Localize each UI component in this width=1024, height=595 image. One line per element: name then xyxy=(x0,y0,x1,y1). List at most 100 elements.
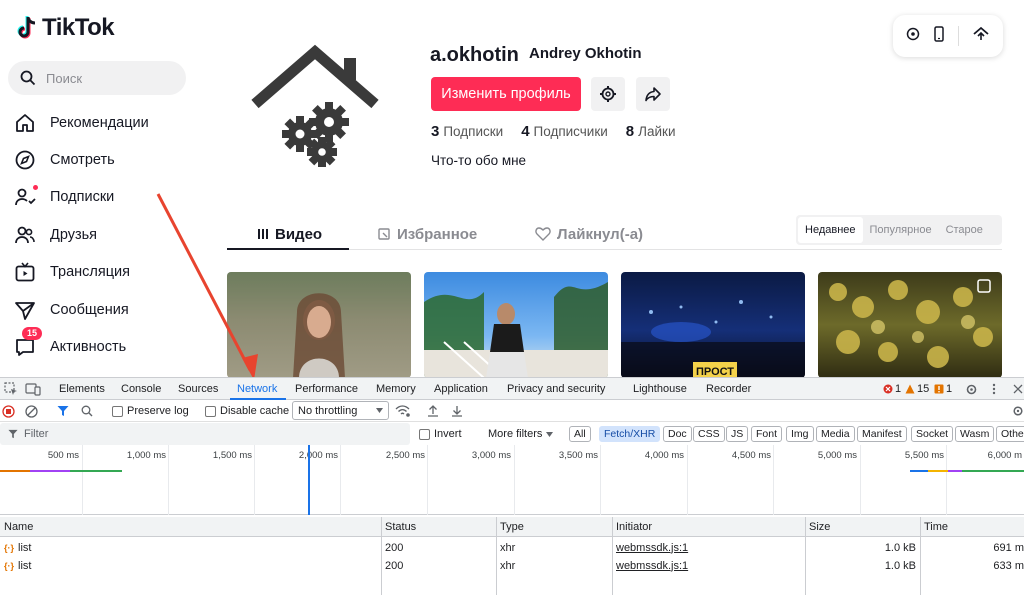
stop-recording-icon[interactable] xyxy=(2,400,15,422)
tab-console[interactable]: Console xyxy=(121,378,161,400)
filter-chip-media[interactable]: Media xyxy=(816,426,855,442)
devtools-settings-icon[interactable] xyxy=(965,378,978,400)
invert-checkbox[interactable]: Invert xyxy=(419,423,462,445)
waterfall-bar xyxy=(70,470,122,472)
tab-application[interactable]: Application xyxy=(434,378,488,400)
tab-memory[interactable]: Memory xyxy=(376,378,416,400)
tab-sources[interactable]: Sources xyxy=(178,378,218,400)
home-icon xyxy=(14,112,36,134)
tab-network[interactable]: Network xyxy=(237,378,277,400)
filter-input[interactable]: Filter xyxy=(0,423,410,445)
divider xyxy=(958,26,960,46)
dom-content-loaded-marker xyxy=(308,445,310,515)
nav-item-friends[interactable]: Друзья xyxy=(14,220,97,250)
tab-privacy-security[interactable]: Privacy and security xyxy=(507,378,605,400)
sort-popular[interactable]: Популярное xyxy=(863,217,939,243)
search-input[interactable]: Поиск xyxy=(8,61,186,95)
tab-recorder[interactable]: Recorder xyxy=(706,378,751,400)
stat-following[interactable]: 3 Подписки xyxy=(431,123,503,140)
error-count[interactable]: 1 xyxy=(883,378,901,400)
video-thumbnail[interactable] xyxy=(818,272,1002,378)
export-har-icon[interactable] xyxy=(451,400,463,422)
filter-chip-other[interactable]: Other xyxy=(996,426,1024,442)
col-initiator[interactable]: Initiator xyxy=(612,517,652,537)
tick-line xyxy=(600,445,601,515)
upload-home-icon[interactable] xyxy=(972,26,990,47)
col-size[interactable]: Size xyxy=(805,517,830,537)
nav-item-following[interactable]: Подписки xyxy=(14,182,114,212)
tiktok-logo[interactable]: TikTok xyxy=(16,14,115,42)
initiator-link[interactable]: webmssdk.js:1 xyxy=(612,538,688,557)
waterfall-bar xyxy=(910,470,928,472)
stat-followers[interactable]: 4 Подписчики xyxy=(521,123,608,140)
video-thumbnail[interactable] xyxy=(424,272,608,378)
throttling-select[interactable]: No throttling xyxy=(292,401,389,420)
filter-funnel-icon[interactable] xyxy=(57,400,69,422)
clear-icon[interactable] xyxy=(25,400,38,422)
issues-count[interactable]: 1 xyxy=(934,378,952,400)
import-har-icon[interactable] xyxy=(427,400,439,422)
filter-chip-img[interactable]: Img xyxy=(786,426,814,442)
more-options-icon[interactable] xyxy=(992,378,996,400)
tab-elements[interactable]: Elements xyxy=(59,378,105,400)
tick-label: 2,000 ms xyxy=(298,450,338,461)
col-type[interactable]: Type xyxy=(496,517,524,537)
share-button[interactable] xyxy=(636,77,670,111)
sort-oldest[interactable]: Старое xyxy=(939,217,990,243)
col-status[interactable]: Status xyxy=(381,517,416,537)
checkbox[interactable] xyxy=(112,405,123,417)
devtools-tabbar: Elements Console Sources Network Perform… xyxy=(0,378,1024,400)
settings-button[interactable] xyxy=(591,77,625,111)
nav-item-watch[interactable]: Смотреть xyxy=(14,145,115,175)
close-devtools-icon[interactable] xyxy=(1013,378,1023,400)
sort-recent[interactable]: Недавнее xyxy=(798,217,863,243)
nav-item-messages[interactable]: Сообщения xyxy=(14,295,129,325)
network-overview-timeline[interactable]: 500 ms 1,000 ms 1,500 ms 2,000 ms 2,500 … xyxy=(0,445,1024,515)
inspect-element-icon[interactable] xyxy=(4,378,18,400)
table-row[interactable]: {·} list 200 xhr webmssdk.js:1 1.0 kB 691… xyxy=(0,538,1024,557)
col-time[interactable]: Time xyxy=(920,517,948,537)
activity-icon: 15 xyxy=(14,327,43,358)
initiator-link[interactable]: webmssdk.js:1 xyxy=(612,556,688,575)
tick-label: 6,000 m xyxy=(987,450,1022,461)
table-row[interactable]: {·} list 200 xhr webmssdk.js:1 1.0 kB 633… xyxy=(0,556,1024,575)
filter-chip-doc[interactable]: Doc xyxy=(663,426,692,442)
dropdown-arrow-icon xyxy=(546,431,554,437)
filter-chip-manifest[interactable]: Manifest xyxy=(857,426,907,442)
filter-chip-fetch-xhr[interactable]: Fetch/XHR xyxy=(599,426,661,442)
checkbox[interactable] xyxy=(419,428,430,440)
tab-favorites[interactable]: Избранное xyxy=(377,218,477,250)
filter-chip-all[interactable]: All xyxy=(569,426,591,442)
coin-icon[interactable] xyxy=(906,27,920,46)
checkbox[interactable] xyxy=(205,405,216,417)
tab-performance[interactable]: Performance xyxy=(295,378,358,400)
filter-chip-font[interactable]: Font xyxy=(751,426,783,442)
edit-profile-button[interactable]: Изменить профиль xyxy=(431,77,581,111)
search-icon[interactable] xyxy=(81,400,93,422)
tick-line xyxy=(687,445,688,515)
nav-item-recommendations[interactable]: Рекомендации xyxy=(14,108,149,138)
tab-label: Лайкнул(-а) xyxy=(557,225,644,243)
messages-icon xyxy=(14,299,36,321)
more-filters-dropdown[interactable]: More filters xyxy=(488,423,554,445)
tab-liked[interactable]: Лайкнул(-а) xyxy=(535,218,643,250)
phone-icon[interactable] xyxy=(933,25,945,47)
filter-chip-js[interactable]: JS xyxy=(726,426,749,442)
device-toolbar-icon[interactable] xyxy=(25,378,41,400)
warning-count[interactable]: 15 xyxy=(905,378,929,400)
network-settings-icon[interactable] xyxy=(1012,400,1024,422)
tab-lighthouse[interactable]: Lighthouse xyxy=(633,378,687,400)
following-icon xyxy=(14,185,38,208)
network-conditions-icon[interactable] xyxy=(395,400,410,422)
nav-label: Подписки xyxy=(50,189,115,205)
preserve-log-checkbox[interactable]: Preserve log xyxy=(112,400,189,422)
col-name[interactable]: Name xyxy=(0,517,33,537)
filter-chip-wasm[interactable]: Wasm xyxy=(955,426,995,442)
video-thumbnail[interactable]: ПРОСТ xyxy=(621,272,805,378)
nav-item-live[interactable]: Трансляция xyxy=(14,257,130,287)
disable-cache-checkbox[interactable]: Disable cache xyxy=(205,400,289,422)
filter-chip-socket[interactable]: Socket xyxy=(911,426,954,442)
filter-chip-css[interactable]: CSS xyxy=(693,426,725,442)
profile-avatar[interactable] xyxy=(249,42,383,170)
nav-item-activity[interactable]: 15 Активность xyxy=(14,327,126,362)
